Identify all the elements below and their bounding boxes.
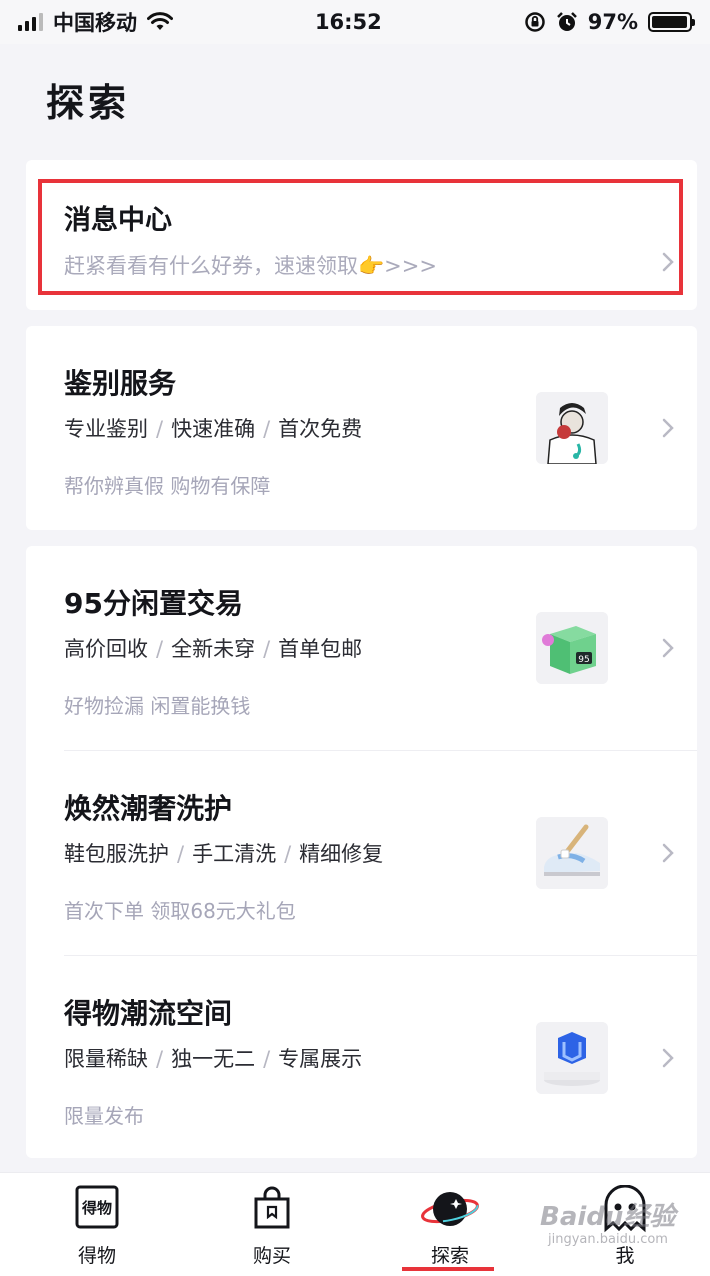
dewu-logo-text: 得物	[81, 1199, 112, 1217]
service-tag: 限量稀缺	[64, 1047, 148, 1071]
watermark: Baidu经验	[540, 1202, 676, 1232]
page-title: 探索	[46, 81, 131, 125]
chevron-right-icon	[662, 418, 674, 438]
service-row-resale[interactable]: 95分闲置交易 高价回收 / 全新未穿 / 首单包邮 好物捡漏 闲置能换钱 95	[26, 546, 697, 750]
service-title: 95分闲置交易	[64, 587, 243, 620]
status-bar: 中国移动 16:52 97%	[0, 0, 710, 44]
service-tag: 高价回收	[64, 637, 148, 661]
battery-level-fill	[652, 16, 687, 28]
service-row-cleaning[interactable]: 焕然潮奢洗护 鞋包服洗护 / 手工清洗 / 精细修复 首次下单 领取68元大礼包	[26, 751, 697, 955]
service-tag: 专业鉴别	[64, 417, 148, 441]
tab-label: 探索	[430, 1245, 469, 1267]
service-tags: 专业鉴别 / 快速准确 / 首次免费	[64, 417, 363, 441]
service-tag: 首单包邮	[278, 637, 363, 661]
tab-dewu[interactable]: 得物 得物	[8, 1173, 186, 1276]
message-center-subtitle: 赶紧看看有什么好券，速速领取👉>>>	[64, 254, 437, 278]
appraiser-icon	[536, 392, 608, 464]
chevron-right-icon	[662, 843, 674, 863]
active-tab-indicator	[402, 1267, 494, 1271]
service-tag: 手工清洗	[192, 842, 277, 866]
service-tags: 高价回收 / 全新未穿 / 首单包邮	[64, 637, 363, 661]
clock-time: 16:52	[314, 10, 382, 34]
green-box-95-icon: 95	[536, 612, 608, 684]
services-group-card: 95分闲置交易 高价回收 / 全新未穿 / 首单包邮 好物捡漏 闲置能换钱 95 焕然潮…	[26, 546, 697, 1158]
tab-label: 购买	[252, 1245, 291, 1267]
service-row-appraisal[interactable]: 鉴别服务 专业鉴别 / 快速准确 / 首次免费 帮你辨真假 购物有保障	[26, 326, 697, 530]
orientation-lock-icon	[524, 12, 545, 32]
service-tag: 独一无二	[171, 1047, 256, 1071]
service-tags: 限量稀缺 / 独一无二 / 专属展示	[64, 1047, 363, 1071]
box-badge-text: 95	[578, 655, 589, 665]
chevron-right-icon	[662, 252, 674, 272]
watermark-url: jingyan.baidu.com	[548, 1232, 668, 1247]
message-center-card[interactable]: 消息中心 赶紧看看有什么好券，速速领取👉>>>	[26, 160, 697, 310]
wifi-icon	[147, 12, 173, 30]
service-tags: 鞋包服洗护 / 手工清洗 / 精细修复	[64, 842, 384, 866]
service-note: 限量发布	[64, 1104, 144, 1128]
service-tag: 专属展示	[278, 1047, 363, 1071]
message-center-title: 消息中心	[64, 205, 172, 236]
service-title: 焕然潮奢洗护	[64, 792, 233, 825]
alarm-icon	[556, 12, 577, 31]
service-title: 得物潮流空间	[64, 997, 233, 1030]
chevron-right-icon	[662, 638, 674, 658]
service-note: 首次下单 领取68元大礼包	[64, 899, 296, 923]
service-note: 好物捡漏 闲置能换钱	[64, 694, 251, 718]
planet-icon	[420, 1185, 480, 1239]
battery-icon	[648, 12, 695, 32]
appraisal-service-card[interactable]: 鉴别服务 专业鉴别 / 快速准确 / 首次免费 帮你辨真假 购物有保障	[26, 326, 697, 530]
tab-explore[interactable]: 探索	[361, 1173, 539, 1276]
blue-cube-icon	[536, 1022, 608, 1094]
service-tag: 精细修复	[299, 842, 384, 866]
service-tag: 首次免费	[278, 417, 363, 441]
service-row-trend-space[interactable]: 得物潮流空间 限量稀缺 / 独一无二 / 专属展示 限量发布	[26, 956, 697, 1160]
signal-icon	[18, 13, 43, 31]
service-tag: 全新未穿	[171, 637, 256, 661]
service-note: 帮你辨真假 购物有保障	[64, 474, 271, 498]
dewu-logo-icon: 得物	[75, 1185, 119, 1233]
service-tag: 鞋包服洗护	[64, 842, 169, 866]
service-title: 鉴别服务	[64, 367, 177, 400]
tab-buy[interactable]: 购买	[183, 1173, 361, 1276]
battery-percent: 97%	[587, 10, 638, 34]
sneaker-cleaning-icon	[536, 817, 608, 889]
shopping-bag-icon	[250, 1185, 294, 1233]
service-tag: 快速准确	[171, 417, 256, 441]
carrier-name: 中国移动	[53, 11, 137, 35]
tab-label: 得物	[77, 1245, 116, 1267]
chevron-right-icon	[662, 1048, 674, 1068]
